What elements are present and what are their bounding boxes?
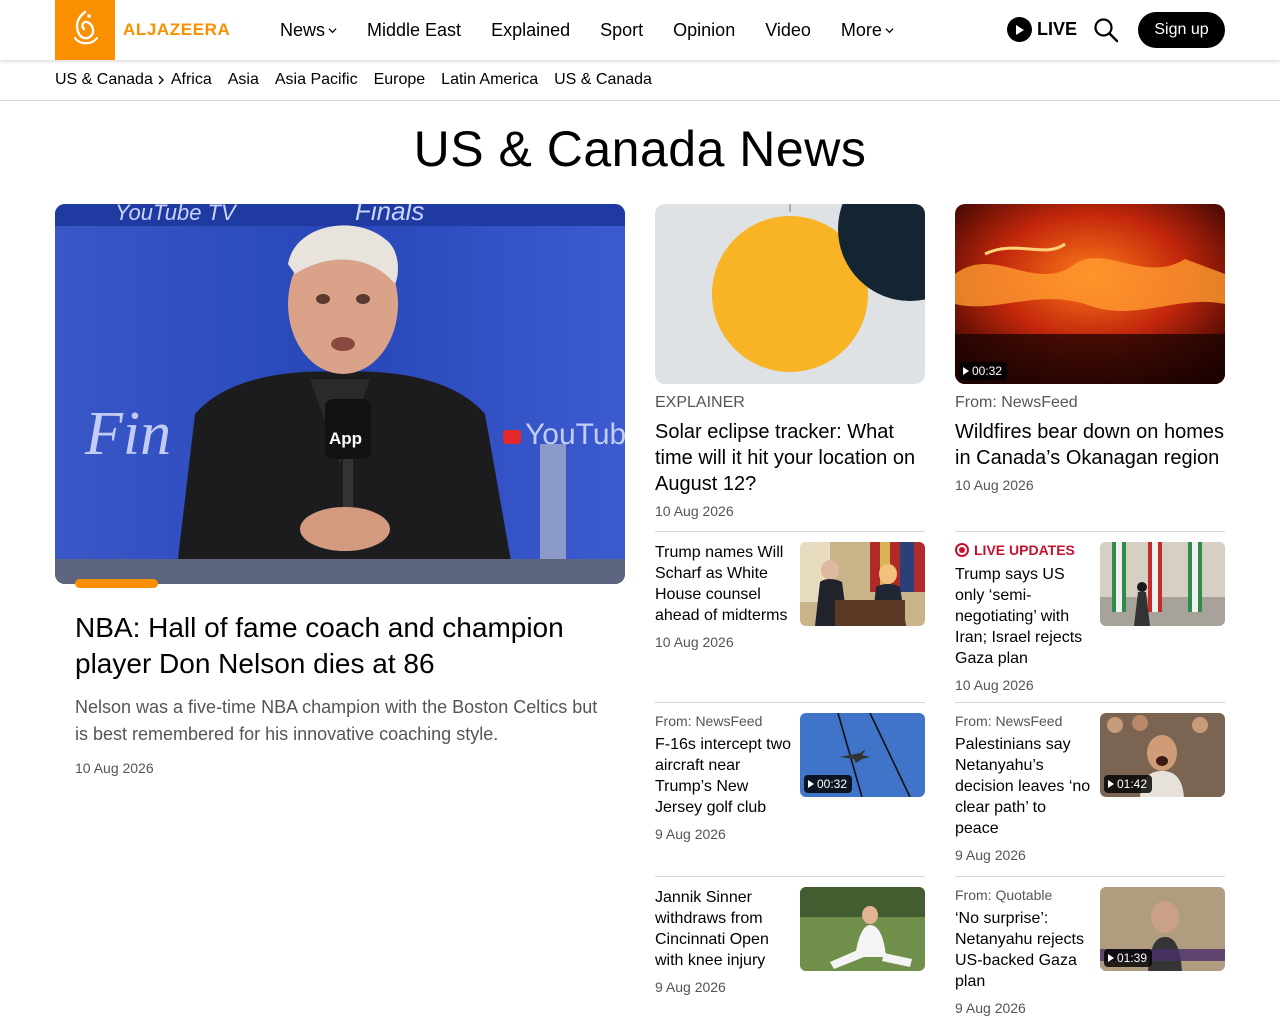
site-logo[interactable]: ALJAZEERA <box>55 0 230 60</box>
list-item[interactable]: Jannik Sinner withdraws from Cincinnati … <box>655 876 925 995</box>
breadcrumb-parent[interactable]: US & Canada <box>55 71 169 89</box>
play-icon <box>963 367 969 375</box>
live-label: LIVE <box>1037 19 1078 39</box>
duration-label: 00:32 <box>972 364 1003 378</box>
search-icon[interactable] <box>1093 17 1119 43</box>
duration-label: 00:32 <box>817 777 848 791</box>
hero-accent-bar <box>75 579 158 588</box>
article-date: 10 Aug 2026 <box>655 634 734 650</box>
video-duration-badge: 00:32 <box>959 362 1008 380</box>
article-thumbnail[interactable]: 00:32 <box>800 713 925 797</box>
subnav-item-asia-pacific[interactable]: Asia Pacific <box>275 71 358 89</box>
article-kicker: From: Quotable <box>955 887 1053 903</box>
article-date: 10 Aug 2026 <box>955 477 1034 493</box>
article-headline[interactable]: Jannik Sinner withdraws from Cincinnati … <box>655 887 793 971</box>
article-headline[interactable]: F-16s intercept two aircraft near Trump’… <box>655 734 793 818</box>
article-thumbnail[interactable]: 01:42 <box>1100 713 1225 797</box>
nav-label: Opinion <box>673 19 736 40</box>
article-date: 10 Aug 2026 <box>955 677 1034 693</box>
article-date: 9 Aug 2026 <box>655 979 726 995</box>
play-icon <box>1108 780 1114 788</box>
nav-label: Explained <box>491 19 571 40</box>
video-duration-badge: 00:32 <box>804 775 853 793</box>
article-card-eclipse[interactable]: EXPLAINER Solar eclipse tracker: What ti… <box>655 204 925 519</box>
nav-label: Video <box>765 19 811 40</box>
subnav-item-asia[interactable]: Asia <box>228 71 259 89</box>
list-item[interactable]: From: NewsFeed Palestinians say Netanyah… <box>955 702 1225 863</box>
video-duration-badge: 01:42 <box>1104 775 1153 793</box>
article-headline[interactable]: Wildfires bear down on homes in Canada’s… <box>955 419 1225 471</box>
article-kicker: From: NewsFeed <box>955 713 1063 729</box>
nav-item-explained[interactable]: Explained <box>491 20 570 41</box>
video-duration-badge: 01:39 <box>1104 949 1153 967</box>
nav-label: Middle East <box>367 19 462 40</box>
live-button[interactable]: LIVE <box>1007 17 1077 42</box>
page-title: US & Canada News <box>413 121 867 177</box>
eclipse-graphic[interactable] <box>655 204 925 384</box>
play-icon <box>808 780 814 788</box>
article-kicker: EXPLAINER <box>655 394 745 411</box>
hero-article[interactable]: YouTube TV Finals Fin YouTube App NBA: H… <box>55 204 625 776</box>
article-card-wildfires[interactable]: 00:32 From: NewsFeed Wildfires bear down… <box>955 204 1225 493</box>
svg-text:YouTube TV: YouTube TV <box>115 204 238 225</box>
article-headline[interactable]: Trump names Will Scharf as White House c… <box>655 542 793 626</box>
live-updates-tag: LIVE UPDATES <box>955 542 1093 558</box>
region-subnav: US & Canada Africa Asia Asia Pacific Eur… <box>0 60 1280 101</box>
article-date: 10 Aug 2026 <box>655 503 734 519</box>
hero-summary: Nelson was a five-time NBA champion with… <box>75 697 598 744</box>
signup-button[interactable]: Sign up <box>1138 12 1225 48</box>
top-navbar: ALJAZEERA News Middle East Explained Spo… <box>0 0 1280 60</box>
play-icon <box>1007 17 1032 42</box>
subnav-item-us-canada[interactable]: US & Canada <box>554 71 652 89</box>
article-thumbnail[interactable]: 01:39 <box>1100 887 1225 971</box>
article-date: 9 Aug 2026 <box>655 826 726 842</box>
nav-item-video[interactable]: Video <box>765 20 811 41</box>
hero-headline[interactable]: NBA: Hall of fame coach and champion pla… <box>75 610 605 682</box>
hero-date: 10 Aug 2026 <box>75 760 154 776</box>
breadcrumb-label: US & Canada <box>55 71 153 88</box>
duration-label: 01:39 <box>1117 951 1148 965</box>
logo-text: ALJAZEERA <box>123 20 231 39</box>
nav-label: More <box>840 19 882 40</box>
live-indicator-icon <box>955 543 969 557</box>
article-thumbnail[interactable] <box>800 542 925 626</box>
chevron-down-icon <box>328 27 337 33</box>
nav-item-opinion[interactable]: Opinion <box>673 20 735 41</box>
nav-item-middle-east[interactable]: Middle East <box>367 20 461 41</box>
article-headline[interactable]: ‘No surprise’: Netanyahu rejects US-back… <box>955 908 1093 992</box>
article-date: 9 Aug 2026 <box>955 847 1026 863</box>
list-item[interactable]: From: Quotable ‘No surprise’: Netanyahu … <box>955 876 1225 1016</box>
nav-item-news[interactable]: News <box>280 20 337 41</box>
nav-label: News <box>280 19 326 40</box>
subnav-item-latin-america[interactable]: Latin America <box>441 71 538 89</box>
nav-item-more[interactable]: More <box>841 20 894 41</box>
hero-image[interactable]: YouTube TV Finals Fin YouTube App <box>55 204 625 584</box>
logo-mark-icon <box>55 0 115 60</box>
article-headline[interactable]: Palestinians say Netanyahu’s decision le… <box>955 734 1093 839</box>
main-nav: News Middle East Explained Sport Opinion… <box>280 0 924 60</box>
svg-text:Finals: Finals <box>355 204 424 226</box>
article-date: 9 Aug 2026 <box>955 1000 1026 1016</box>
chevron-right-icon <box>158 75 164 85</box>
nav-label: Sport <box>600 19 644 40</box>
article-headline[interactable]: Solar eclipse tracker: What time will it… <box>655 419 925 497</box>
article-headline[interactable]: Trump says US only ‘semi-negotiating’ wi… <box>955 564 1093 669</box>
article-kicker: From: NewsFeed <box>655 713 763 729</box>
subnav-item-africa[interactable]: Africa <box>171 71 212 89</box>
chevron-down-icon <box>885 27 894 33</box>
subnav-item-europe[interactable]: Europe <box>374 71 426 89</box>
live-updates-label: LIVE UPDATES <box>974 542 1075 558</box>
article-thumbnail[interactable] <box>1100 542 1225 626</box>
list-item[interactable]: Trump names Will Scharf as White House c… <box>655 531 925 650</box>
svg-text:App: App <box>329 429 362 448</box>
play-icon <box>1108 954 1114 962</box>
svg-text:Fin: Fin <box>84 400 171 468</box>
duration-label: 01:42 <box>1117 777 1148 791</box>
wildfire-image[interactable]: 00:32 <box>955 204 1225 384</box>
list-item[interactable]: LIVE UPDATES Trump says US only ‘semi-ne… <box>955 531 1225 693</box>
list-item[interactable]: From: NewsFeed F-16s intercept two aircr… <box>655 702 925 842</box>
nav-item-sport[interactable]: Sport <box>600 20 643 41</box>
article-thumbnail[interactable] <box>800 887 925 971</box>
article-kicker: From: NewsFeed <box>955 394 1078 411</box>
